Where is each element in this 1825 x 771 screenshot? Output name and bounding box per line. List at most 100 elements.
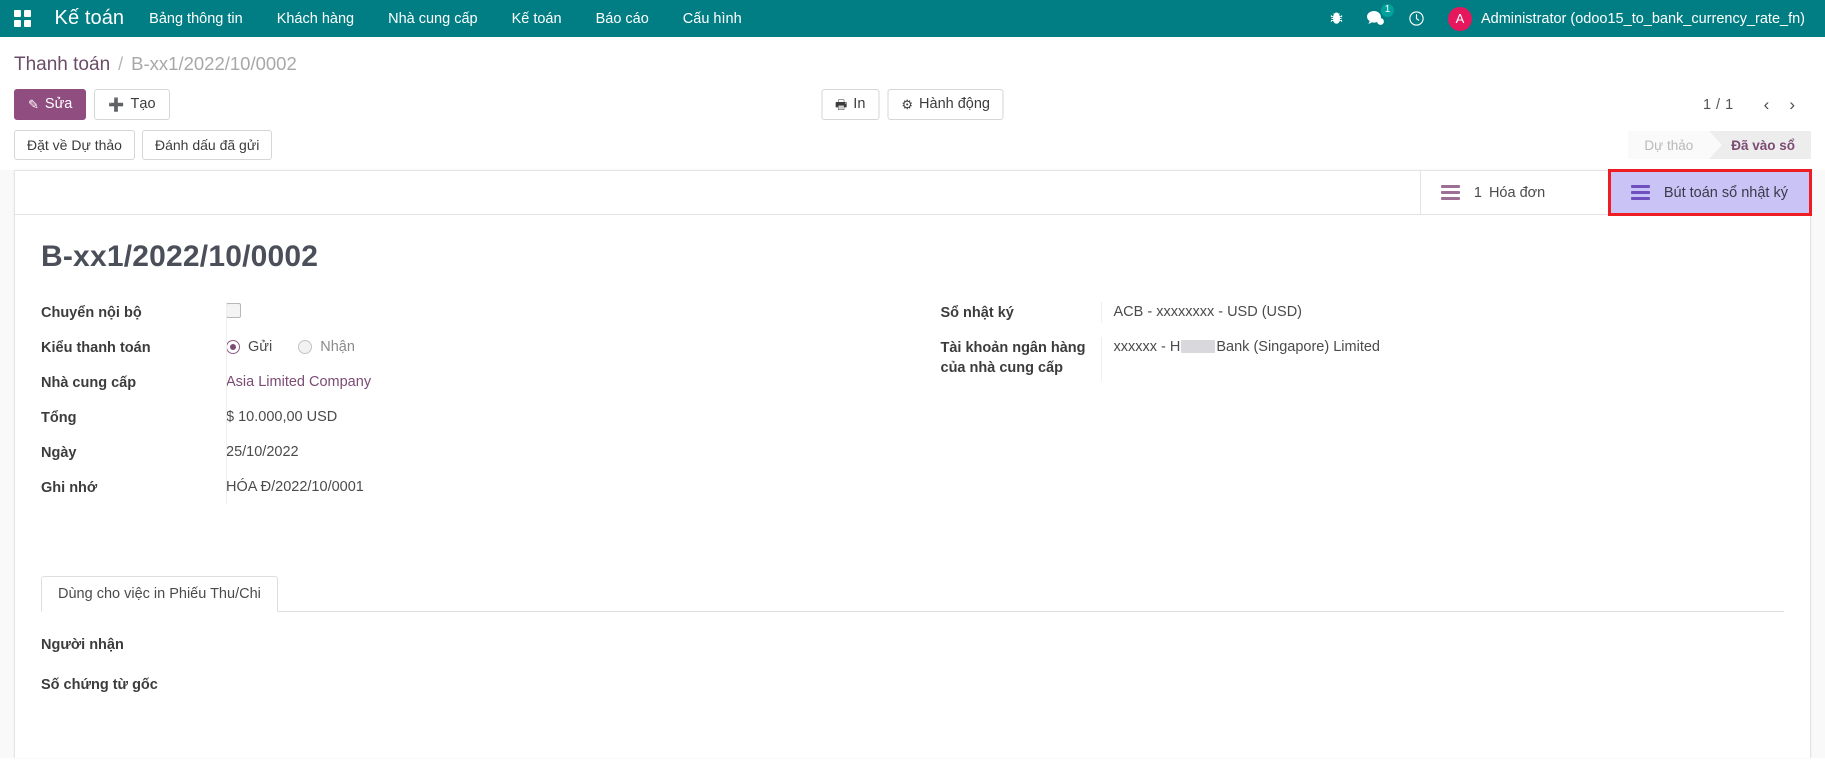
field-vendor: Nhà cung cấp Asia Limited Company xyxy=(41,372,913,394)
messages-icon[interactable]: 1 xyxy=(1355,0,1397,37)
user-menu[interactable]: A Administrator (odoo15_to_bank_currency… xyxy=(1436,0,1811,37)
pencil-icon: ✎ xyxy=(28,96,39,113)
edit-button[interactable]: ✎ Sửa xyxy=(14,89,86,120)
field-payment-type-value: Gửi Nhận xyxy=(226,337,913,358)
field-journal-label: Sổ nhật ký xyxy=(941,302,1101,323)
smart-button-journal-entry-label: Bút toán sổ nhật ký xyxy=(1664,185,1788,201)
create-button[interactable]: ➕ Tạo xyxy=(94,89,169,120)
field-vendor-bank-account: Tài khoản ngân hàng của nhà cung cấp xxx… xyxy=(941,337,1785,381)
apps-menu-button[interactable] xyxy=(0,0,41,37)
notebook-page-receipt-printing: Người nhận Số chứng từ gốc xyxy=(41,612,1784,696)
field-amount-value: $ 10.000,00 USD xyxy=(226,407,913,428)
field-vendor-label: Nhà cung cấp xyxy=(41,372,226,393)
create-button-label: Tạo xyxy=(131,96,156,113)
form-column-left: Chuyển nội bộ Kiểu thanh toán Gửi xyxy=(41,302,913,512)
mark-as-sent-button[interactable]: Đánh dấu đã gửi xyxy=(142,130,272,160)
payment-type-option-send[interactable]: Gửi xyxy=(226,337,272,357)
field-journal: Sổ nhật ký ACB - xxxxxxxx - USD (USD) xyxy=(941,302,1785,324)
center-button-group: 🖶 In ⚙ Hành động xyxy=(821,89,1004,120)
printer-icon: 🖶 xyxy=(835,96,847,113)
app-brand-title[interactable]: Kế toán xyxy=(41,7,133,30)
field-internal-transfer: Chuyển nội bộ xyxy=(41,302,913,324)
print-button[interactable]: 🖶 In xyxy=(821,89,879,120)
action-button[interactable]: ⚙ Hành động xyxy=(887,89,1004,120)
field-recipient: Người nhận xyxy=(41,634,1784,656)
smart-button-journal-entry[interactable]: Bút toán sổ nhật ký xyxy=(1610,171,1810,214)
print-button-label: In xyxy=(853,96,865,113)
action-button-label: Hành động xyxy=(919,96,990,113)
field-vendor-value[interactable]: Asia Limited Company xyxy=(226,372,913,393)
grid-apps-icon xyxy=(14,10,31,27)
username-label: Administrator (odoo15_to_bank_currency_r… xyxy=(1481,11,1805,27)
field-journal-value: ACB - xxxxxxxx - USD (USD) xyxy=(1101,302,1785,323)
field-amount: Tổng $ 10.000,00 USD xyxy=(41,407,913,429)
bars-list-icon xyxy=(1631,185,1650,200)
menu-item-reporting[interactable]: Báo cáo xyxy=(579,0,666,37)
payment-type-option-receive-label: Nhận xyxy=(320,337,355,357)
bug-icon[interactable] xyxy=(1318,0,1355,37)
avatar: A xyxy=(1448,7,1472,31)
notebook-tabs: Dùng cho việc in Phiếu Thu/Chi xyxy=(41,576,1784,612)
field-payment-type-label: Kiểu thanh toán xyxy=(41,337,226,358)
breadcrumb-root[interactable]: Thanh toán xyxy=(14,54,110,76)
chevron-left-icon[interactable]: ‹ xyxy=(1754,93,1780,117)
field-date-value: 25/10/2022 xyxy=(226,442,913,463)
field-vendor-bank-account-value: xxxxxx - H Bank (Singapore) Limited xyxy=(1101,337,1785,381)
field-internal-transfer-label: Chuyển nội bộ xyxy=(41,302,226,323)
form-sheet-background: 1 Hóa đơn Bút toán sổ nhật ký B-xx1/2022… xyxy=(0,170,1825,758)
field-date: Ngày 25/10/2022 xyxy=(41,442,913,464)
gear-icon: ⚙ xyxy=(901,96,913,113)
field-internal-transfer-value xyxy=(226,302,913,323)
status-stage-draft[interactable]: Dự thảo xyxy=(1628,131,1709,159)
field-memo: Ghi nhớ HÓA Đ/2022/10/0001 xyxy=(41,477,913,499)
bank-account-text-after: Bank (Singapore) Limited xyxy=(1216,339,1380,355)
field-original-document-number: Số chứng từ gốc xyxy=(41,674,1784,696)
field-recipient-label: Người nhận xyxy=(41,634,226,655)
pager-counter: 1 / 1 xyxy=(1703,97,1734,113)
smart-buttons-bar: 1 Hóa đơn Bút toán sổ nhật ký xyxy=(15,171,1810,215)
field-memo-value: HÓA Đ/2022/10/0001 xyxy=(226,477,913,498)
breadcrumb-separator: / xyxy=(118,54,123,75)
navbar-systray: 1 A Administrator (odoo15_to_bank_curren… xyxy=(1318,0,1825,37)
activity-clock-icon[interactable] xyxy=(1397,0,1436,37)
internal-transfer-checkbox[interactable] xyxy=(226,303,241,318)
menu-item-accounting[interactable]: Kế toán xyxy=(495,0,579,37)
form-sheet: 1 Hóa đơn Bút toán sổ nhật ký B-xx1/2022… xyxy=(14,170,1811,758)
edit-button-label: Sửa xyxy=(45,96,72,113)
menu-item-customers[interactable]: Khách hàng xyxy=(260,0,371,37)
field-payment-type: Kiểu thanh toán Gửi Nhận xyxy=(41,337,913,359)
breadcrumb: Thanh toán / B-xx1/2022/10/0002 xyxy=(0,37,1825,76)
status-stage-posted: Đã vào sổ xyxy=(1709,131,1811,159)
form-column-right: Sổ nhật ký ACB - xxxxxxxx - USD (USD) Tà… xyxy=(913,302,1785,512)
payment-type-radio-group: Gửi Nhận xyxy=(226,337,913,357)
pager: 1 / 1 ‹ › xyxy=(1703,93,1825,117)
set-to-draft-button[interactable]: Đặt về Dự thảo xyxy=(14,130,135,160)
menu-item-vendors[interactable]: Nhà cung cấp xyxy=(371,0,494,37)
form-columns: Chuyển nội bộ Kiểu thanh toán Gửi xyxy=(41,302,1784,512)
statusbar: Đặt về Dự thảo Đánh dấu đã gửi Dự thảo Đ… xyxy=(0,122,1825,170)
radio-selected-icon xyxy=(226,340,240,354)
main-menu: Bảng thông tin Khách hàng Nhà cung cấp K… xyxy=(132,0,759,37)
menu-item-configuration[interactable]: Cấu hình xyxy=(666,0,759,37)
field-amount-label: Tổng xyxy=(41,407,226,428)
field-date-label: Ngày xyxy=(41,442,226,463)
messages-badge: 1 xyxy=(1381,4,1394,17)
menu-item-dashboard[interactable]: Bảng thông tin xyxy=(132,0,260,37)
payment-type-option-receive[interactable]: Nhận xyxy=(298,337,355,357)
field-vendor-bank-account-label: Tài khoản ngân hàng của nhà cung cấp xyxy=(941,337,1101,378)
smart-button-bills[interactable]: 1 Hóa đơn xyxy=(1420,171,1610,214)
control-panel: Thanh toán / B-xx1/2022/10/0002 ✎ Sửa ➕ … xyxy=(0,37,1825,170)
notebook: Dùng cho việc in Phiếu Thu/Chi Người nhậ… xyxy=(41,576,1784,696)
redacted-block xyxy=(1181,340,1215,353)
chevron-right-icon[interactable]: › xyxy=(1779,93,1805,117)
status-stages: Dự thảo Đã vào sổ xyxy=(1628,131,1825,159)
field-recipient-value[interactable] xyxy=(226,634,1784,655)
smart-button-bills-label: Hóa đơn xyxy=(1489,185,1545,201)
form-body: B-xx1/2022/10/0002 Chuyển nội bộ Kiểu th… xyxy=(15,215,1810,696)
breadcrumb-current: B-xx1/2022/10/0002 xyxy=(131,53,297,75)
page-title: B-xx1/2022/10/0002 xyxy=(41,240,1784,274)
bank-account-text-before: xxxxxx - H xyxy=(1114,339,1181,355)
field-original-document-number-value[interactable] xyxy=(226,674,1784,695)
radio-unselected-icon xyxy=(298,340,312,354)
tab-receipt-printing[interactable]: Dùng cho việc in Phiếu Thu/Chi xyxy=(41,576,278,612)
